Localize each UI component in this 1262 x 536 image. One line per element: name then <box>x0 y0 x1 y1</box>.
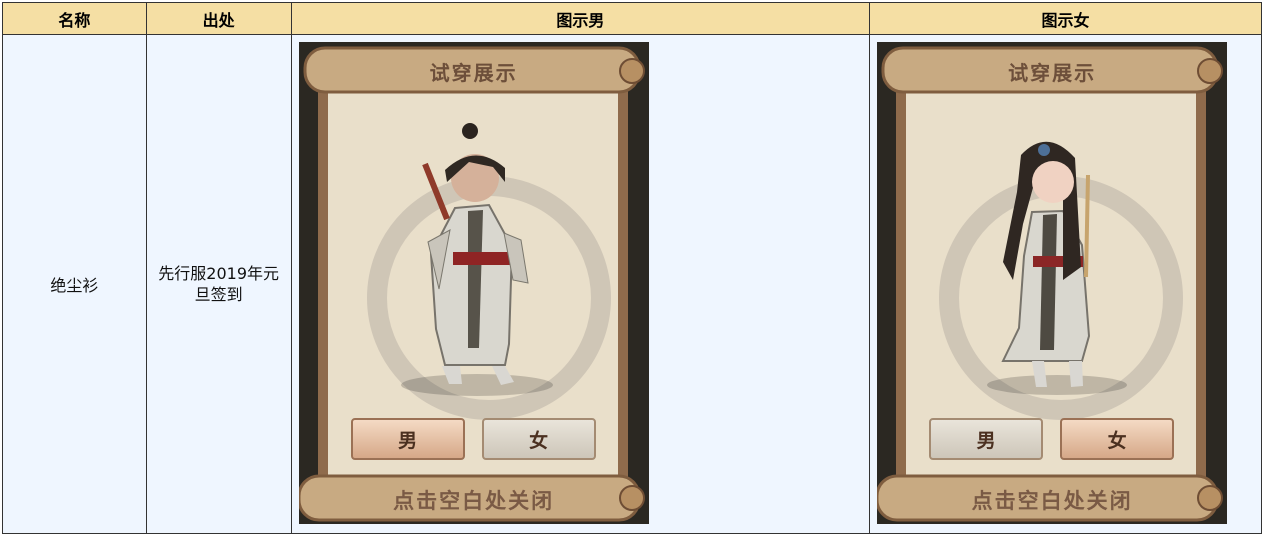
close-hint[interactable]: 点击空白处关闭 <box>877 485 1227 515</box>
item-source: 先行服2019年元旦签到 <box>158 264 280 304</box>
female-button[interactable]: 女 <box>481 418 596 460</box>
preview-title: 试穿展示 <box>429 61 518 85</box>
header-row: 名称 出处 图示男 图示女 <box>2 2 1262 35</box>
male-preview-image[interactable]: 试穿展示 男 女 点击空白处关闭 <box>298 42 649 524</box>
header-female-image: 图示女 <box>869 2 1262 35</box>
header-name: 名称 <box>2 2 147 35</box>
female-button[interactable]: 女 <box>1060 418 1175 460</box>
male-image-cell: 试穿展示 男 女 点击空白处关闭 <box>290 34 871 534</box>
preview-title: 试穿展示 <box>1008 61 1097 85</box>
female-image-cell: 试穿展示 男 女 点击空白处关闭 <box>869 34 1262 534</box>
female-preview-image[interactable]: 试穿展示 男 女 点击空白处关闭 <box>877 42 1228 524</box>
male-button[interactable]: 男 <box>350 418 465 460</box>
item-source-cell: 先行服2019年元旦签到 <box>145 34 292 534</box>
table-row: 绝尘衫 先行服2019年元旦签到 试穿展示 男 女 点击空白处关闭 试穿展示 男… <box>2 34 1262 534</box>
item-name-cell: 绝尘衫 <box>2 34 147 534</box>
header-source: 出处 <box>145 2 292 35</box>
item-name: 绝尘衫 <box>50 276 99 295</box>
header-male-image: 图示男 <box>290 2 871 35</box>
wiki-table: 名称 出处 图示男 图示女 绝尘衫 先行服2019年元旦签到 试穿展示 男 女 … <box>2 2 1262 534</box>
close-hint[interactable]: 点击空白处关闭 <box>299 485 649 515</box>
male-button[interactable]: 男 <box>929 418 1044 460</box>
